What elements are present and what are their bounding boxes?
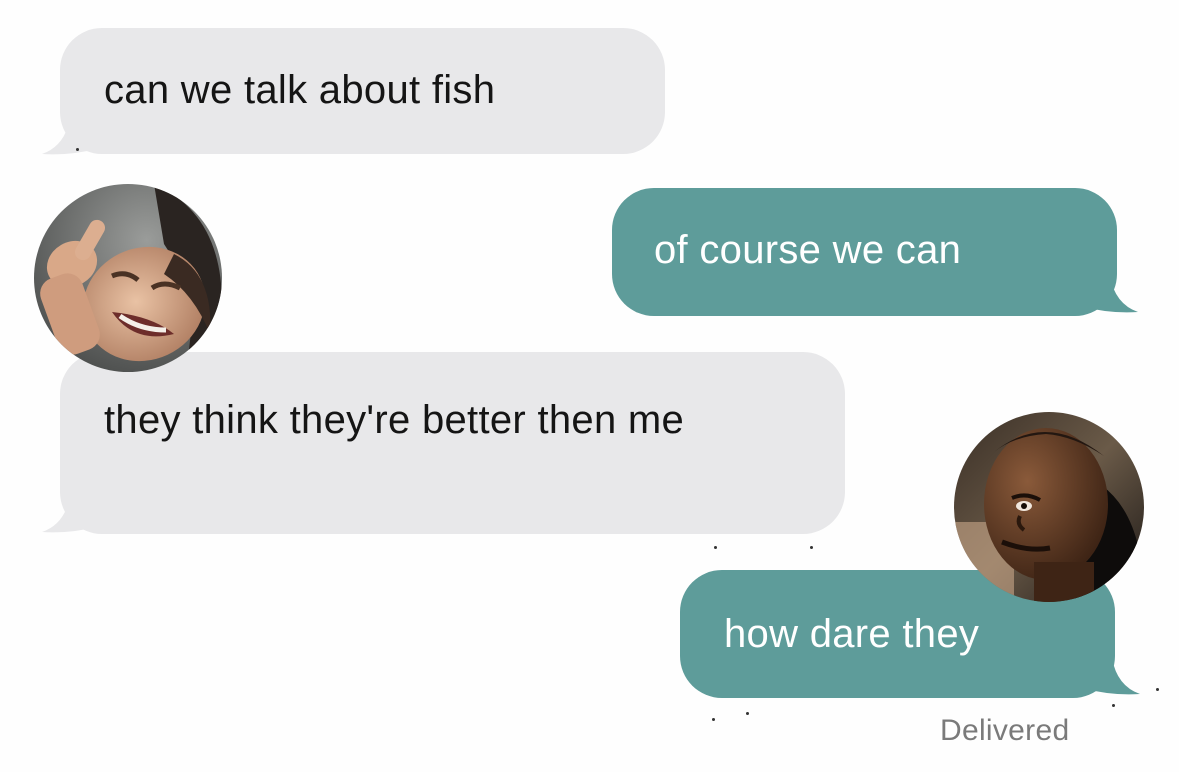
message-bubble-incoming[interactable]: can we talk about fish [60, 28, 665, 154]
decorative-speck [746, 712, 749, 715]
decorative-speck [714, 546, 717, 549]
message-text: can we talk about fish [104, 68, 496, 112]
decorative-speck [76, 148, 79, 151]
message-bubble-outgoing[interactable]: of course we can [612, 188, 1117, 316]
avatar-laughing-man[interactable] [34, 184, 222, 372]
decorative-speck [1112, 704, 1115, 707]
message-text: they think they're better then me [104, 398, 685, 442]
message-text: of course we can [654, 228, 962, 272]
laughing-man-photo-icon [34, 184, 222, 372]
decorative-speck [712, 718, 715, 721]
decorative-speck [1156, 688, 1159, 691]
avatar-smirking-man[interactable] [954, 412, 1144, 602]
message-thread: can we talk about fish of course we can … [0, 0, 1179, 772]
message-text: how dare they [724, 612, 980, 656]
decorative-speck [810, 546, 813, 549]
message-bubble-incoming[interactable]: they think they're better then me [60, 352, 845, 534]
smirking-man-photo-icon [954, 412, 1144, 602]
delivery-status: Delivered [940, 714, 1070, 747]
